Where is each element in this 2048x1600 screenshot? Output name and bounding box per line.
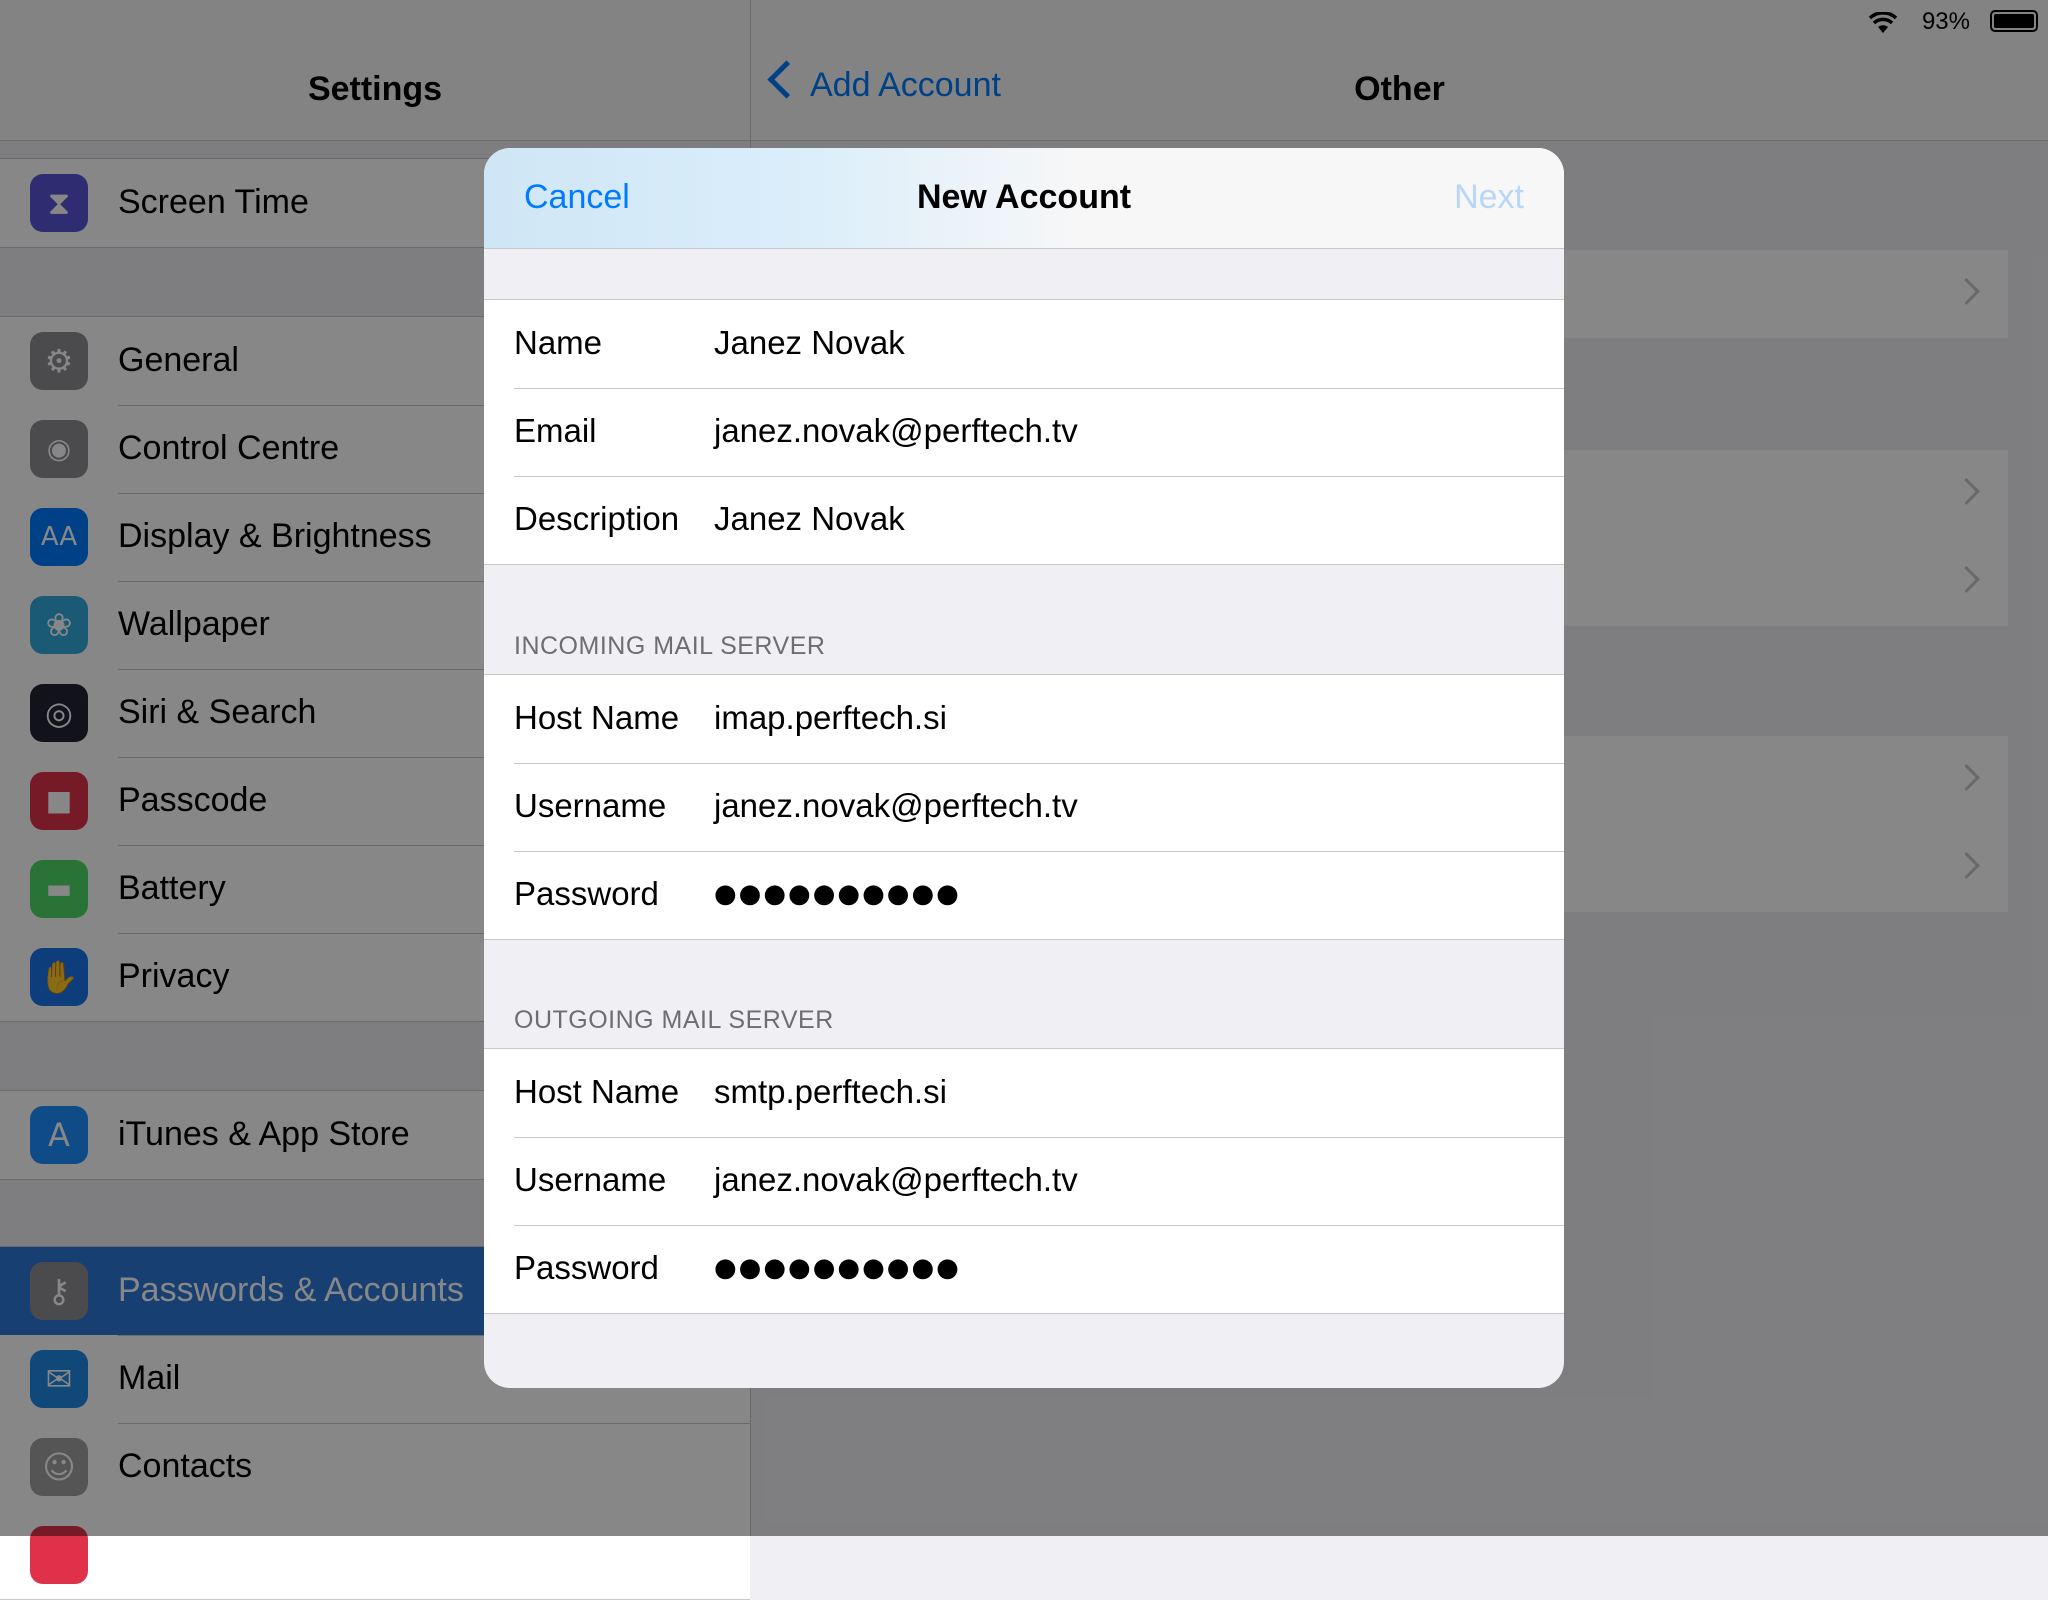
outgoing-username-row[interactable]: Username janez.novak@perftech.tv [484,1137,1564,1225]
email-row[interactable]: Email janez.novak@perftech.tv [484,388,1564,476]
description-field[interactable]: Janez Novak [714,500,905,538]
cancel-button[interactable]: Cancel [524,178,630,217]
new-account-sheet: New Account Cancel Next Name Janez Novak… [484,148,1564,1388]
incoming-password-field[interactable]: ●●●●●●●●●● [714,879,961,909]
field-label: Description [514,500,680,537]
description-row[interactable]: Description Janez Novak [484,476,1564,564]
field-label: Host Name [514,1073,680,1110]
name-field[interactable]: Janez Novak [714,324,905,362]
account-info-group: Name Janez Novak Email janez.novak@perft… [484,299,1564,565]
outgoing-host-row[interactable]: Host Name smtp.perftech.si [484,1049,1564,1137]
field-label: Password [514,1249,659,1286]
incoming-server-group: Host Name imap.perftech.si Username jane… [484,674,1564,940]
incoming-section-header: INCOMING MAIL SERVER [514,632,826,660]
outgoing-password-field[interactable]: ●●●●●●●●●● [714,1253,961,1283]
outgoing-host-field[interactable]: smtp.perftech.si [714,1073,947,1111]
field-label: Username [514,1161,667,1198]
field-label: Username [514,787,667,824]
incoming-password-row[interactable]: Password ●●●●●●●●●● [484,851,1564,939]
outgoing-username-field[interactable]: janez.novak@perftech.tv [714,1161,1078,1199]
email-field[interactable]: janez.novak@perftech.tv [714,412,1078,450]
outgoing-password-row[interactable]: Password ●●●●●●●●●● [484,1225,1564,1313]
modal-title: New Account [916,178,1132,216]
modal-nav-bar: New Account Cancel Next [484,148,1564,249]
incoming-host-field[interactable]: imap.perftech.si [714,699,947,737]
outgoing-section-header: OUTGOING MAIL SERVER [514,1006,834,1034]
field-label: Email [514,412,597,449]
incoming-username-field[interactable]: janez.novak@perftech.tv [714,787,1078,825]
next-button[interactable]: Next [1454,178,1524,217]
outgoing-server-group: Host Name smtp.perftech.si Username jane… [484,1048,1564,1314]
incoming-host-row[interactable]: Host Name imap.perftech.si [484,675,1564,763]
field-label: Host Name [514,699,680,736]
field-label: Password [514,875,659,912]
name-row[interactable]: Name Janez Novak [484,300,1564,388]
field-label: Name [514,324,603,361]
incoming-username-row[interactable]: Username janez.novak@perftech.tv [484,763,1564,851]
